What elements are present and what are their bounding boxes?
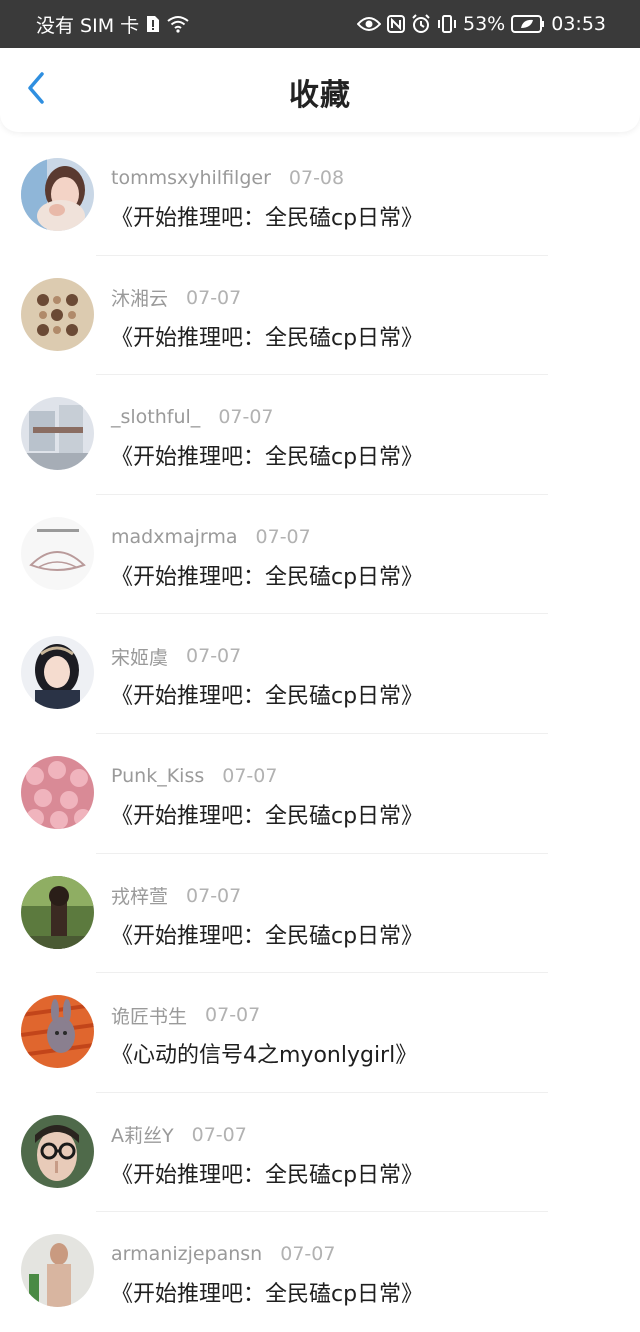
- item-title[interactable]: 《开始推理吧：全民磕cp日常》: [111, 918, 423, 950]
- item-date: 07-07: [222, 764, 278, 787]
- item-title[interactable]: 《开始推理吧：全民磕cp日常》: [111, 320, 423, 352]
- item-title[interactable]: 《心动的信号4之myonlygirl》: [111, 1037, 417, 1069]
- list-item[interactable]: armanizjepansn 07-07 《开始推理吧：全民磕cp日常》: [0, 1212, 640, 1332]
- item-date: 07-07: [186, 645, 242, 668]
- item-date: 07-07: [218, 406, 274, 429]
- alarm-icon: [411, 14, 431, 34]
- item-date: 07-07: [186, 884, 242, 907]
- username[interactable]: _slothful_: [111, 406, 200, 428]
- status-left: 没有 SIM 卡: [36, 11, 189, 38]
- list-item[interactable]: 诡匠书生 07-07 《心动的信号4之myonlygirl》: [0, 973, 640, 1093]
- list-item[interactable]: 戎梓萱 07-07 《开始推理吧：全民磕cp日常》: [0, 854, 640, 974]
- item-meta: 戎梓萱 07-07: [111, 882, 241, 910]
- clock: 03:53: [551, 13, 606, 35]
- item-meta: _slothful_ 07-07: [111, 403, 274, 431]
- avatar[interactable]: [21, 636, 94, 710]
- status-bar: 没有 SIM 卡 53% 03:53: [0, 0, 640, 48]
- avatar[interactable]: [21, 755, 94, 829]
- username[interactable]: A莉丝Y: [111, 1121, 174, 1148]
- avatar[interactable]: [21, 397, 94, 471]
- item-title[interactable]: 《开始推理吧：全民磕cp日常》: [111, 798, 423, 830]
- sim-alert-icon: [145, 14, 161, 34]
- username[interactable]: 戎梓萱: [111, 882, 168, 909]
- list-item[interactable]: _slothful_ 07-07 《开始推理吧：全民磕cp日常》: [0, 375, 640, 495]
- list-item[interactable]: A莉丝Y 07-07 《开始推理吧：全民磕cp日常》: [0, 1093, 640, 1213]
- item-meta: madxmajrma 07-07: [111, 523, 311, 551]
- avatar[interactable]: [21, 995, 94, 1069]
- item-meta: 沐湘云 07-07: [111, 284, 241, 312]
- avatar[interactable]: [21, 1234, 94, 1308]
- item-date: 07-07: [205, 1004, 261, 1027]
- item-date: 07-08: [288, 167, 345, 189]
- item-date: 07-07: [255, 525, 311, 548]
- page-title: 收藏: [289, 78, 351, 113]
- username[interactable]: 宋姬虞: [111, 643, 168, 670]
- list-item[interactable]: madxmajrma 07-07 《开始推理吧：全民磕cp日常》: [0, 495, 640, 615]
- username[interactable]: 沐湘云: [111, 284, 168, 311]
- item-date: 07-07: [191, 1123, 247, 1146]
- avatar[interactable]: [21, 875, 94, 949]
- nfc-icon: [387, 15, 405, 33]
- battery-saver-icon: [511, 15, 545, 33]
- item-title[interactable]: 《开始推理吧：全民磕cp日常》: [111, 559, 423, 591]
- eye-icon: [357, 16, 381, 32]
- username[interactable]: madxmajrma: [111, 526, 238, 548]
- item-title[interactable]: 《开始推理吧：全民磕cp日常》: [111, 1276, 423, 1308]
- item-meta: armanizjepansn 07-07: [111, 1240, 335, 1268]
- favorites-list: tommsxyhilfilger 07-08 《开始推理吧：全民磕cp日常》 沐…: [0, 136, 640, 1332]
- username[interactable]: tommsxyhilfilger: [111, 167, 271, 189]
- avatar[interactable]: [21, 277, 94, 351]
- list-item[interactable]: Punk_Kiss 07-07 《开始推理吧：全民磕cp日常》: [0, 734, 640, 854]
- item-meta: 诡匠书生 07-07: [111, 1001, 260, 1029]
- username[interactable]: 诡匠书生: [111, 1002, 187, 1029]
- item-title[interactable]: 《开始推理吧：全民磕cp日常》: [111, 200, 423, 232]
- list-item[interactable]: tommsxyhilfilger 07-08 《开始推理吧：全民磕cp日常》: [0, 136, 640, 256]
- list-item[interactable]: 宋姬虞 07-07 《开始推理吧：全民磕cp日常》: [0, 614, 640, 734]
- item-title[interactable]: 《开始推理吧：全民磕cp日常》: [111, 678, 423, 710]
- item-date: 07-07: [186, 286, 242, 309]
- wifi-icon: [167, 15, 189, 33]
- item-title[interactable]: 《开始推理吧：全民磕cp日常》: [111, 439, 423, 471]
- list-item[interactable]: 沐湘云 07-07 《开始推理吧：全民磕cp日常》: [0, 256, 640, 376]
- carrier-label: 没有 SIM 卡: [36, 14, 140, 37]
- item-title[interactable]: 《开始推理吧：全民磕cp日常》: [111, 1157, 423, 1189]
- item-meta: tommsxyhilfilger 07-08: [111, 164, 344, 192]
- item-date: 07-07: [280, 1243, 336, 1266]
- username[interactable]: armanizjepansn: [111, 1243, 262, 1265]
- nav-bar: 收藏: [0, 48, 640, 132]
- avatar[interactable]: [21, 158, 94, 231]
- vibrate-icon: [437, 15, 457, 33]
- username[interactable]: Punk_Kiss: [111, 765, 204, 787]
- item-meta: 宋姬虞 07-07: [111, 642, 241, 670]
- avatar[interactable]: [21, 1114, 94, 1188]
- avatar[interactable]: [21, 516, 94, 590]
- item-meta: A莉丝Y 07-07: [111, 1121, 247, 1149]
- item-meta: Punk_Kiss 07-07: [111, 762, 277, 790]
- status-right: 53% 03:53: [357, 13, 606, 35]
- battery-percent: 53%: [463, 13, 506, 35]
